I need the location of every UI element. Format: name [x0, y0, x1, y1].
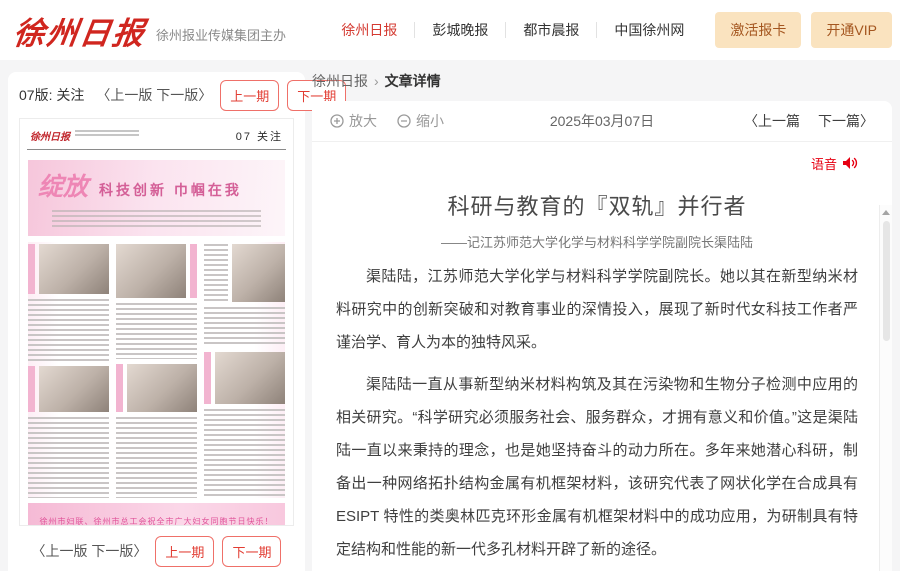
next-issue-button-bottom[interactable]: 下一期 [222, 536, 281, 567]
edition-label: 07版: 关注 [19, 85, 84, 105]
prev-page-link-bottom[interactable]: 〈上一版 [32, 543, 88, 559]
article-body: 渠陆陆，江苏师范大学化学与材料科学学院副院长。她以其在新型纳米材料研究中的创新突… [336, 260, 858, 571]
page-navigation-top: 〈上一版 下一版〉 [96, 85, 212, 105]
zoom-out-icon [397, 114, 411, 128]
newspaper-masthead-logo: 徐州日报 [30, 128, 70, 143]
site-logo[interactable]: 徐州日报 [11, 8, 149, 53]
headline-bar [28, 366, 35, 412]
newspaper-footer-note: 徐州市妇联、徐州市总工会祝全市广大妇女同胞节日快乐！ [40, 517, 274, 526]
header-buttons: 激活报卡 开通VIP [715, 12, 892, 48]
site-header: 徐州日报 徐州报业传媒集团主办 徐州日报 彭城晚报 都市晨报 中国徐州网 激活报… [0, 0, 900, 60]
photo-placeholder [116, 244, 186, 298]
scrollbar-thumb[interactable] [883, 221, 890, 341]
article-paragraph: 渠陆陆，江苏师范大学化学与材料科学学院副院长。她以其在新型纳米材料研究中的创新突… [336, 260, 858, 359]
headline-bar [204, 352, 211, 404]
breadcrumb-separator: › [374, 73, 379, 89]
page-navigation-bottom: 〈上一版 下一版〉 [32, 541, 148, 561]
article-scrollbar[interactable] [879, 205, 892, 571]
speaker-icon [842, 156, 858, 170]
headline-bar [190, 244, 197, 298]
article-title: 科研与教育的『双轨』并行者 [336, 189, 858, 221]
photo-placeholder [232, 244, 285, 302]
nav-item-china-xuzhou[interactable]: 中国徐州网 [597, 22, 701, 38]
prev-issue-button[interactable]: 上一期 [220, 80, 279, 111]
newspaper-footer-strip: 徐州市妇联、徐州市总工会祝全市广大妇女同胞节日快乐！ [28, 503, 285, 526]
edition-panel-header: 07版: 关注 〈上一版 下一版〉 上一期 下一期 [8, 72, 305, 118]
voice-playback-button[interactable]: 语音 [336, 152, 858, 174]
main-area: 07版: 关注 〈上一版 下一版〉 上一期 下一期 徐州日报 07 关注 绽放 … [0, 60, 900, 571]
newspaper-banner-headline: 科技创新 巾帼在我 [99, 180, 242, 200]
newspaper-column [28, 242, 109, 498]
zoom-out-label: 缩小 [416, 111, 444, 131]
nav-item-xuzhou-daily[interactable]: 徐州日报 [324, 22, 415, 38]
article-card: 放大 缩小 2025年03月07日 〈上一篇 下一篇〉 语音 [312, 101, 892, 571]
prev-article-link[interactable]: 〈上一篇 [744, 111, 800, 131]
newspaper-column [204, 242, 285, 498]
newspaper-banner-intro-textlines [52, 210, 261, 227]
article-panel: 徐州日报 › 文章详情 放大 缩小 2025年03月07日 〈 [312, 60, 892, 571]
scroll-up-arrow-icon[interactable] [882, 210, 890, 215]
article-paragraph: 渠陆陆一直从事新型纳米材料构筑及其在污染物和生物分子检测中应用的相关研究。“科学… [336, 368, 858, 566]
headline-bar [116, 364, 123, 412]
voice-label: 语音 [811, 154, 837, 173]
zoom-in-button[interactable]: 放大 [330, 111, 377, 131]
edition-panel: 07版: 关注 〈上一版 下一版〉 上一期 下一期 徐州日报 07 关注 绽放 … [8, 72, 305, 571]
breadcrumb: 徐州日报 › 文章详情 [312, 60, 892, 101]
newspaper-page-thumbnail[interactable]: 徐州日报 07 关注 绽放 科技创新 巾帼在我 [19, 118, 294, 526]
article-content: 语音 科研与教育的『双轨』并行者 ——记江苏师范大学化学与材料科学学院副院长渠陆… [312, 142, 892, 571]
nav-item-pengcheng-evening[interactable]: 彭城晚报 [415, 22, 506, 38]
breadcrumb-current: 文章详情 [385, 71, 441, 91]
newspaper-banner-script: 绽放 [38, 167, 88, 203]
zoom-in-icon [330, 114, 344, 128]
newspaper-columns [28, 242, 285, 498]
next-page-link[interactable]: 下一版〉 [156, 87, 212, 103]
newspaper-masthead: 徐州日报 07 关注 [27, 119, 286, 150]
edition-panel-footer: 〈上一版 下一版〉 上一期 下一期 [8, 526, 305, 571]
breadcrumb-section[interactable]: 徐州日报 [312, 71, 368, 91]
prev-issue-button-bottom[interactable]: 上一期 [155, 536, 214, 567]
zoom-out-button[interactable]: 缩小 [397, 111, 444, 131]
article-subtitle: ——记江苏师范大学化学与材料科学学院副院长渠陆陆 [336, 232, 858, 251]
newspaper-masthead-info [75, 128, 139, 138]
newspaper-column [116, 242, 197, 498]
open-vip-button[interactable]: 开通VIP [811, 12, 892, 48]
next-page-link-bottom[interactable]: 下一版〉 [91, 543, 147, 559]
zoom-in-label: 放大 [349, 111, 377, 131]
top-nav: 徐州日报 彭城晚报 都市晨报 中国徐州网 [324, 22, 701, 38]
site-slogan: 徐州报业传媒集团主办 [156, 25, 286, 44]
article-toolbar: 放大 缩小 2025年03月07日 〈上一篇 下一篇〉 [312, 101, 892, 142]
photo-placeholder [127, 364, 197, 412]
photo-placeholder [215, 352, 285, 404]
next-article-link[interactable]: 下一篇〉 [818, 111, 874, 131]
newspaper-banner: 绽放 科技创新 巾帼在我 [28, 160, 285, 236]
nav-item-metro-morning[interactable]: 都市晨报 [506, 22, 597, 38]
prev-page-link[interactable]: 〈上一版 [96, 87, 152, 103]
photo-placeholder [39, 366, 109, 412]
newspaper-page-number: 07 关注 [236, 128, 283, 144]
headline-bar [28, 244, 35, 294]
photo-placeholder [39, 244, 109, 294]
activate-card-button[interactable]: 激活报卡 [715, 12, 801, 48]
